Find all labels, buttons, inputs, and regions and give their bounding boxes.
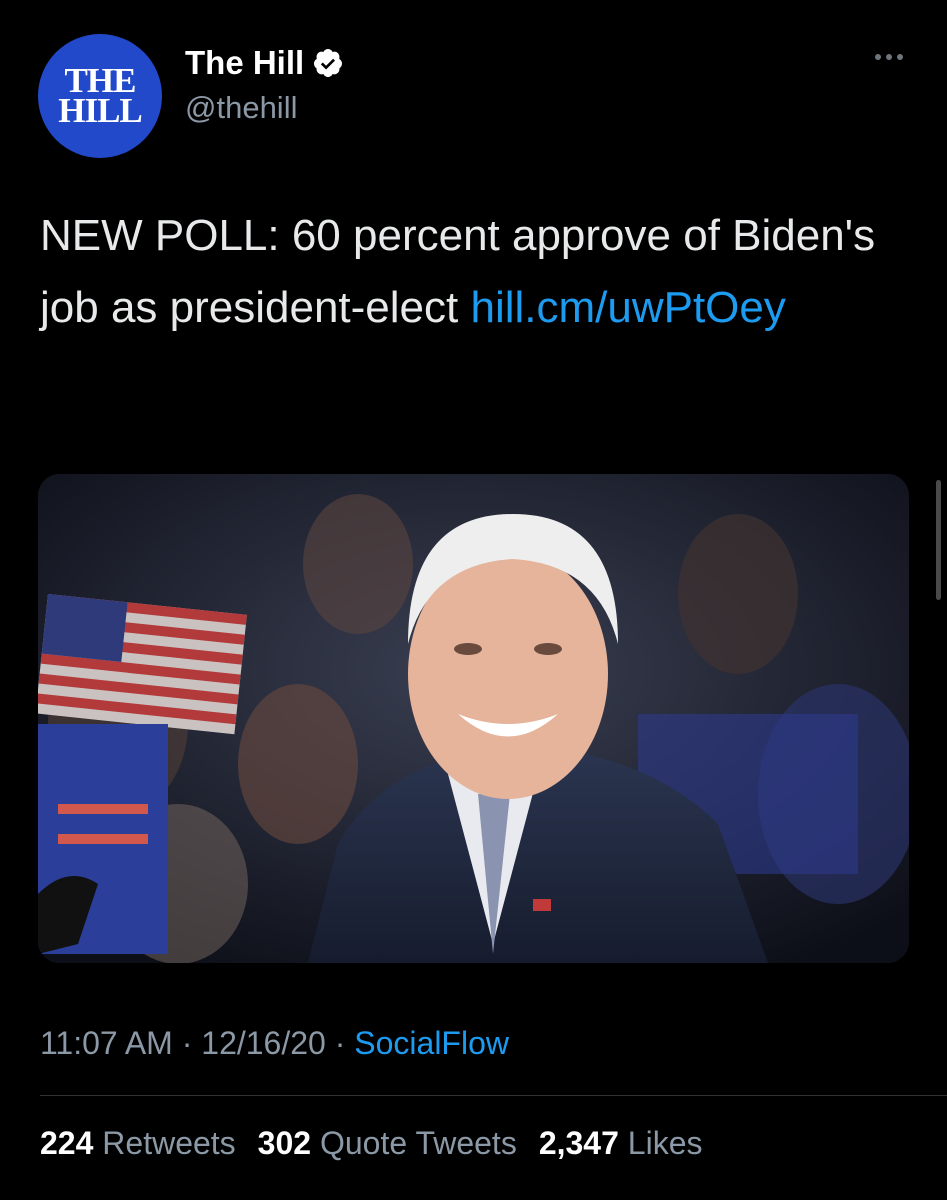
tweet-photo[interactable]	[38, 474, 909, 963]
display-name[interactable]: The Hill	[185, 44, 304, 82]
likes-stat[interactable]: 2,347 Likes	[539, 1125, 703, 1162]
tweet-date[interactable]: 12/16/20	[201, 1025, 326, 1061]
retweets-label: Retweets	[102, 1125, 236, 1161]
verified-badge-icon	[314, 49, 343, 77]
avatar-text-hill: HILL	[58, 91, 143, 130]
avatar[interactable]: THE HILL	[38, 34, 162, 158]
dot	[897, 54, 903, 60]
photo-icon	[38, 474, 909, 963]
engagement-stats: 224 Retweets 302 Quote Tweets 2,347 Like…	[40, 1125, 702, 1162]
retweets-stat[interactable]: 224 Retweets	[40, 1125, 236, 1162]
tweet-text: NEW POLL: 60 percent approve of Biden's …	[40, 200, 910, 344]
quotes-count: 302	[257, 1125, 312, 1161]
retweets-count: 224	[40, 1125, 94, 1161]
tweet-time[interactable]: 11:07 AM	[40, 1025, 173, 1061]
dot	[886, 54, 892, 60]
quotes-label: Quote Tweets	[319, 1125, 517, 1161]
meta-separator: ·	[181, 1025, 193, 1061]
likes-label: Likes	[627, 1125, 703, 1161]
name-row: The Hill	[185, 44, 344, 82]
more-options-icon[interactable]	[875, 54, 903, 60]
handle[interactable]: @thehill	[185, 90, 297, 126]
divider	[40, 1095, 947, 1096]
tweet-meta: 11:07 AM · 12/16/20 · SocialFlow	[40, 1025, 509, 1062]
scrollbar[interactable]	[936, 480, 941, 600]
meta-separator: ·	[334, 1025, 346, 1061]
tweet-source[interactable]: SocialFlow	[354, 1025, 509, 1061]
dot	[875, 54, 881, 60]
tweet-link[interactable]: hill.cm/uwPtOey	[470, 283, 785, 332]
quote-tweets-stat[interactable]: 302 Quote Tweets	[258, 1125, 517, 1162]
likes-count: 2,347	[538, 1125, 619, 1161]
